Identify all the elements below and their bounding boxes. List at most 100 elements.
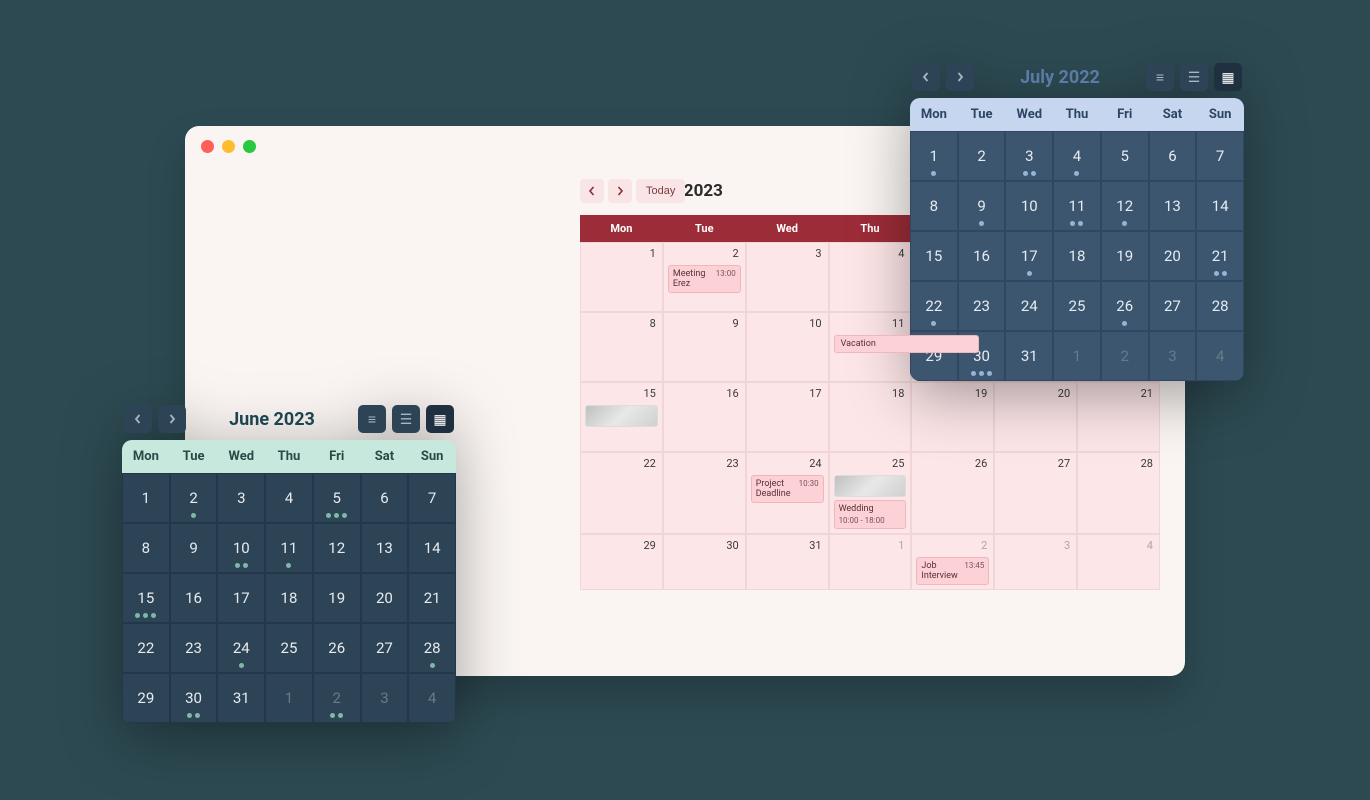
mini-day-cell[interactable]: 4 [1053, 131, 1101, 181]
mini-day-cell[interactable]: 31 [217, 673, 265, 723]
mini-day-cell[interactable]: 9 [170, 523, 218, 573]
mini-day-cell[interactable]: 8 [910, 181, 958, 231]
mini-day-cell[interactable]: 22 [910, 281, 958, 331]
mini-prev-button[interactable] [912, 63, 940, 91]
event-project-deadline[interactable]: Project Deadline10:30 [751, 475, 824, 503]
mini-day-cell[interactable]: 11 [265, 523, 313, 573]
mini-day-cell[interactable]: 27 [1149, 281, 1197, 331]
mini-day-cell[interactable]: 10 [1005, 181, 1053, 231]
day-cell[interactable]: 8 [580, 312, 663, 382]
mini-day-cell[interactable]: 3 [1005, 131, 1053, 181]
mini-day-cell[interactable]: 27 [361, 623, 409, 673]
mini-prev-button[interactable] [124, 405, 152, 433]
day-cell[interactable]: 4 [1077, 534, 1160, 590]
mini-day-cell[interactable]: 2 [313, 673, 361, 723]
window-minimize-button[interactable] [222, 140, 235, 153]
mini-day-cell[interactable]: 4 [265, 473, 313, 523]
mini-day-cell[interactable]: 3 [217, 473, 265, 523]
day-cell[interactable]: 17 [746, 382, 829, 452]
today-button[interactable]: Today [636, 179, 685, 203]
mini-day-cell[interactable]: 23 [170, 623, 218, 673]
mini-day-cell[interactable]: 21 [408, 573, 456, 623]
mini-day-cell[interactable]: 12 [313, 523, 361, 573]
mini-day-cell[interactable]: 1 [1053, 331, 1101, 381]
window-maximize-button[interactable] [243, 140, 256, 153]
mini-day-cell[interactable]: 3 [1149, 331, 1197, 381]
mini-day-cell[interactable]: 16 [958, 231, 1006, 281]
mini-day-cell[interactable]: 15 [122, 573, 170, 623]
day-cell[interactable]: 11 Vacation [829, 312, 912, 382]
mini-day-cell[interactable]: 20 [1149, 231, 1197, 281]
mini-day-cell[interactable]: 13 [1149, 181, 1197, 231]
mini-day-view-button[interactable]: ≡ [1146, 63, 1174, 91]
day-cell[interactable]: 2 Meeting Erez13:00 [663, 242, 746, 312]
mini-day-cell[interactable]: 19 [1101, 231, 1149, 281]
day-cell[interactable]: 15 [580, 382, 663, 452]
day-cell[interactable]: 1 [829, 534, 912, 590]
mini-day-cell[interactable]: 1 [122, 473, 170, 523]
day-cell[interactable]: 29 [580, 534, 663, 590]
mini-day-cell[interactable]: 18 [1053, 231, 1101, 281]
day-cell[interactable]: 19 [911, 382, 994, 452]
mini-day-cell[interactable]: 13 [361, 523, 409, 573]
mini-week-view-button[interactable]: ☰ [1180, 63, 1208, 91]
event-photo[interactable] [585, 405, 658, 427]
mini-day-cell[interactable]: 28 [1196, 281, 1244, 331]
mini-day-cell[interactable]: 15 [910, 231, 958, 281]
mini-day-cell[interactable]: 25 [1053, 281, 1101, 331]
mini-day-cell[interactable]: 26 [313, 623, 361, 673]
mini-day-cell[interactable]: 17 [217, 573, 265, 623]
day-cell[interactable]: 23 [663, 452, 746, 534]
mini-day-cell[interactable]: 2 [958, 131, 1006, 181]
day-cell[interactable]: 28 [1077, 452, 1160, 534]
mini-day-cell[interactable]: 8 [122, 523, 170, 573]
mini-month-view-button[interactable]: ▦ [426, 405, 454, 433]
mini-day-cell[interactable]: 23 [958, 281, 1006, 331]
mini-day-cell[interactable]: 18 [265, 573, 313, 623]
day-cell[interactable]: 3 [994, 534, 1077, 590]
day-cell[interactable]: 21 [1077, 382, 1160, 452]
day-cell[interactable]: 30 [663, 534, 746, 590]
mini-day-cell[interactable]: 14 [1196, 181, 1244, 231]
mini-day-cell[interactable]: 10 [217, 523, 265, 573]
mini-day-cell[interactable]: 22 [122, 623, 170, 673]
day-cell[interactable]: 20 [994, 382, 1077, 452]
event-wedding[interactable]: Wedding [834, 500, 907, 517]
mini-day-cell[interactable]: 20 [361, 573, 409, 623]
window-close-button[interactable] [201, 140, 214, 153]
day-cell[interactable]: 4 [829, 242, 912, 312]
day-cell[interactable]: 22 [580, 452, 663, 534]
mini-day-cell[interactable]: 4 [1196, 331, 1244, 381]
event-job-interview[interactable]: Job Interview13:45 [916, 557, 989, 585]
mini-day-cell[interactable]: 1 [910, 131, 958, 181]
mini-day-cell[interactable]: 1 [265, 673, 313, 723]
mini-day-cell[interactable]: 9 [958, 181, 1006, 231]
mini-day-cell[interactable]: 4 [408, 673, 456, 723]
day-cell[interactable]: 10 [746, 312, 829, 382]
mini-day-cell[interactable]: 30 [170, 673, 218, 723]
mini-day-view-button[interactable]: ≡ [358, 405, 386, 433]
mini-day-cell[interactable]: 5 [1101, 131, 1149, 181]
mini-day-cell[interactable]: 24 [217, 623, 265, 673]
next-month-button[interactable] [608, 179, 632, 203]
mini-next-button[interactable] [158, 405, 186, 433]
mini-day-cell[interactable]: 19 [313, 573, 361, 623]
day-cell[interactable]: 2 Job Interview13:45 [911, 534, 994, 590]
mini-day-cell[interactable]: 2 [1101, 331, 1149, 381]
day-cell[interactable]: 24 Project Deadline10:30 [746, 452, 829, 534]
prev-month-button[interactable] [580, 179, 604, 203]
day-cell[interactable]: 16 [663, 382, 746, 452]
mini-day-cell[interactable]: 24 [1005, 281, 1053, 331]
day-cell[interactable]: 9 [663, 312, 746, 382]
mini-day-cell[interactable]: 3 [361, 673, 409, 723]
event-wedding-photo[interactable] [834, 475, 907, 497]
mini-day-cell[interactable]: 17 [1005, 231, 1053, 281]
day-cell[interactable]: 26 [911, 452, 994, 534]
mini-day-cell[interactable]: 11 [1053, 181, 1101, 231]
event-vacation[interactable]: Vacation [834, 335, 980, 353]
mini-day-cell[interactable]: 25 [265, 623, 313, 673]
mini-day-cell[interactable]: 31 [1005, 331, 1053, 381]
mini-day-cell[interactable]: 5 [313, 473, 361, 523]
mini-next-button[interactable] [946, 63, 974, 91]
mini-day-cell[interactable]: 12 [1101, 181, 1149, 231]
